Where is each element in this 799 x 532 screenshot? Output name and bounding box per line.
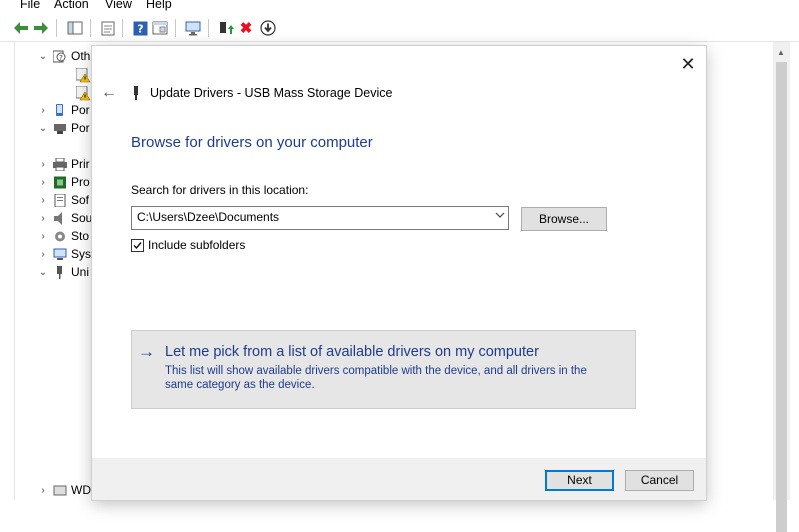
tree-item-storage[interactable]: › Sto [37,227,89,245]
menu-file[interactable]: File [20,0,40,11]
uninstall-icon[interactable]: ✖ [237,19,255,37]
tree-label: Prir [71,157,90,171]
svg-text:?: ? [137,22,143,35]
menu-view[interactable]: View [105,0,132,11]
chevron-right-icon[interactable]: › [37,105,49,116]
scroll-up-icon[interactable]: ▲ [777,48,785,57]
chevron-right-icon[interactable]: › [37,231,49,242]
toolbar-separator [56,19,57,37]
wd-device-icon [53,484,67,497]
dialog-footer: Next Cancel [92,458,706,500]
tree-item-unknown-device[interactable] [72,65,94,83]
back-arrow-icon[interactable] [12,19,30,37]
printer-icon [53,157,67,171]
portable-device-icon [53,103,67,117]
driver-path-combobox[interactable]: C:\Users\Dzee\Documents [131,206,509,230]
close-icon[interactable]: ✕ [678,54,698,74]
usb-controller-icon [53,265,67,279]
scan-hardware-icon[interactable] [184,19,202,37]
tree-item-ports[interactable]: ⌄ Por [37,119,90,137]
usb-device-icon [133,86,139,100]
storage-gear-icon [53,230,67,243]
include-subfolders-checkbox[interactable] [131,238,144,252]
tree-item-processors[interactable]: › Pro [37,173,90,191]
update-driver-icon[interactable] [217,19,235,37]
tree-label: Sof [71,193,90,207]
toolbar-separator [90,19,91,37]
tree-item-software-devices[interactable]: › Sof [37,191,89,209]
tree-label: Pro [71,175,90,189]
tree-item-other-devices[interactable]: ⌄ ? Oth [37,47,91,65]
chevron-down-icon[interactable] [495,210,505,223]
chevron-right-icon[interactable]: › [37,177,49,188]
help-icon[interactable]: ? [131,19,149,37]
tree-item-sound[interactable]: › Sou [37,209,92,227]
tree-item-portable-devices[interactable]: › Por [37,101,90,119]
scrollbar-thumb[interactable] [776,62,787,532]
show-hide-tree-icon[interactable] [66,19,84,37]
tree-label: Sys [71,247,92,261]
forward-arrow-icon[interactable] [32,19,50,37]
cancel-button[interactable]: Cancel [625,470,694,491]
tree-item-usb-controllers[interactable]: ⌄ Uni [37,263,89,281]
chevron-right-icon[interactable]: › [37,195,49,206]
tree-label: WD [71,483,91,497]
next-button[interactable]: Next [545,470,614,491]
port-icon [53,122,67,135]
tree-label: Sto [71,229,90,243]
chevron-right-icon[interactable]: › [37,485,49,496]
speaker-icon [53,211,67,225]
chevron-right-icon[interactable]: › [37,249,49,260]
disable-device-icon[interactable] [259,19,277,37]
dialog-title: Update Drivers - USB Mass Storage Device [150,86,393,100]
browse-button[interactable]: Browse... [521,207,607,231]
include-subfolders-row[interactable]: Include subfolders [131,238,245,252]
tree-item-unknown-device[interactable] [72,83,94,101]
vertical-scrollbar[interactable]: ▲ [773,42,790,532]
processor-icon [53,176,67,189]
page-heading: Browse for drivers on your computer [131,134,373,151]
tree-item-printers[interactable]: › Prir [37,155,90,173]
tree-label: Por [71,121,90,135]
toolbar: ? ✖ [0,15,799,42]
menu-action[interactable]: Action [54,0,89,11]
other-devices-icon: ? [52,50,67,63]
pick-from-list-option[interactable]: → Let me pick from a list of available d… [131,330,636,409]
toolbar-separator [122,19,123,37]
toolbar-separator [175,19,176,37]
warning-device-icon [75,85,91,100]
view-icon[interactable] [151,19,169,37]
pick-from-list-description: This list will show available drivers co… [165,365,587,391]
chevron-right-icon[interactable]: › [37,159,49,170]
svg-text:?: ? [59,54,63,62]
menu-help[interactable]: Help [146,0,172,11]
toolbar-separator [208,19,209,37]
menu-bar: File Action View Help [0,0,799,14]
tree-label: Oth [71,49,91,63]
software-device-icon [53,193,67,207]
properties-icon[interactable] [99,19,117,37]
tree-label: Por [71,103,90,117]
driver-path-value[interactable]: C:\Users\Dzee\Documents [137,210,279,224]
search-location-label: Search for drivers in this location: [131,183,309,197]
back-arrow-icon[interactable]: ← [101,84,117,102]
include-subfolders-label[interactable]: Include subfolders [148,238,245,252]
tree-item-wd[interactable]: › WD [37,481,91,499]
pick-from-list-title[interactable]: Let me pick from a list of available dri… [165,344,539,360]
warning-device-icon [75,67,91,82]
tree-label: Uni [71,265,90,279]
chevron-down-icon[interactable]: ⌄ [37,51,49,62]
chevron-down-icon[interactable]: ⌄ [37,123,49,134]
update-drivers-dialog: ✕ ← Update Drivers - USB Mass Storage De… [92,46,706,500]
tree-label: Sou [71,211,93,225]
system-device-icon [53,248,67,261]
chevron-down-icon[interactable]: ⌄ [37,267,49,278]
arrow-right-icon: → [138,342,155,361]
chevron-right-icon[interactable]: › [37,213,49,224]
tree-item-system-devices[interactable]: › Sys [37,245,91,263]
